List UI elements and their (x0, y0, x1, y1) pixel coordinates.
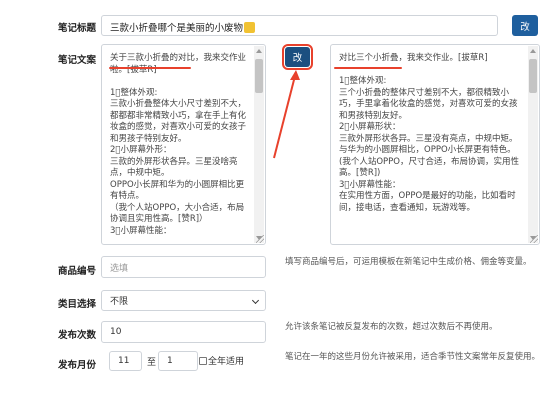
all-year-checkbox[interactable] (199, 357, 207, 365)
original-copy-text: 关于三款小折叠的对比，我来交作业啦。[拔草R] 1⃣整体外观: 三款小折叠整体大… (110, 53, 247, 236)
left-annotation-underline (109, 67, 191, 69)
category-selected-value: 不限 (110, 297, 129, 307)
publish-count-value: 10 (110, 327, 122, 337)
note-title-input[interactable]: 三款小折叠哪个是美丽的小废物 (101, 15, 498, 36)
left-scrollbar[interactable] (254, 46, 264, 243)
chevron-down-icon (251, 296, 260, 305)
scroll-up-icon[interactable] (256, 49, 262, 53)
product-id-hint: 填写商品编号后，可运用模板在新笔记中生成价格、佣金等变量。 (285, 257, 532, 267)
annotation-arrow-icon (273, 70, 300, 159)
publish-month-label: 发布月份 (58, 360, 97, 371)
title-change-button[interactable]: 改 (512, 15, 538, 36)
original-copy-textarea[interactable]: 关于三款小折叠的对比，我来交作业啦。[拔草R] 1⃣整体外观: 三款小折叠整体大… (101, 44, 266, 245)
month-range-separator: 至 (147, 358, 157, 368)
scroll-up-icon[interactable] (530, 49, 536, 53)
all-year-label: 全年适用 (208, 357, 245, 367)
right-annotation-underline (334, 67, 402, 69)
all-year-option[interactable]: 全年适用 (199, 354, 244, 367)
note-copy-label: 笔记文案 (58, 55, 97, 66)
month-from-input[interactable]: 11 (109, 351, 142, 371)
resize-handle-icon[interactable] (530, 235, 538, 243)
month-from-value: 11 (118, 356, 130, 366)
right-scrollbar[interactable] (528, 46, 538, 243)
note-title-label: 笔记标题 (58, 23, 97, 34)
publish-count-hint: 允许该条笔记被反复发布的次数，超过次数后不再使用。 (285, 322, 498, 332)
resize-handle-icon[interactable] (256, 235, 264, 243)
rewritten-copy-text: 对比三个小折叠，我来交作业。[拔草R] 1⃣整体外观: 三个小折叠的整体尺寸差别… (339, 53, 519, 213)
note-title-value: 三款小折叠哪个是美丽的小废物 (110, 23, 244, 34)
emoji-icon (244, 22, 256, 33)
rewrite-button[interactable]: 改 (282, 44, 313, 70)
publish-count-label: 发布次数 (58, 330, 97, 341)
month-to-value: 1 (167, 356, 173, 366)
product-id-placeholder: 选填 (110, 263, 129, 274)
category-select[interactable]: 不限 (101, 290, 266, 311)
publish-count-input[interactable]: 10 (101, 321, 266, 343)
publish-month-hint: 笔记在一年的这些月份允许被采用，适合季节性文案常年反复使用。 (285, 352, 541, 362)
scroll-thumb[interactable] (255, 59, 263, 93)
product-id-label: 商品编号 (58, 266, 97, 277)
month-to-input[interactable]: 1 (158, 351, 198, 371)
product-id-input[interactable]: 选填 (101, 256, 266, 278)
scroll-thumb[interactable] (529, 59, 537, 93)
rewritten-copy-textarea[interactable]: 对比三个小折叠，我来交作业。[拔草R] 1⃣整体外观: 三个小折叠的整体尺寸差别… (330, 44, 540, 245)
category-label: 类目选择 (58, 299, 97, 310)
